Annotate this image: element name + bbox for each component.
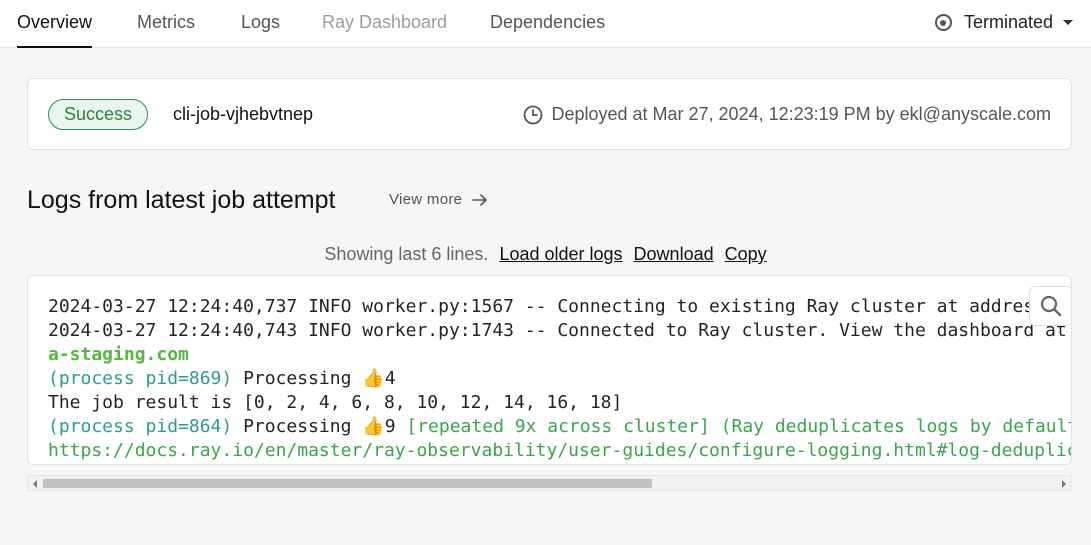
process-prefix: (process pid=864) [48, 416, 233, 437]
horizontal-scrollbar[interactable] [27, 475, 1072, 491]
log-lines: 2024-03-27 12:24:40,737 INFO worker.py:1… [48, 295, 1072, 463]
tab-logs[interactable]: Logs [241, 12, 280, 48]
caret-down-icon [1063, 20, 1073, 25]
log-line: The job result is [0, 2, 4, 6, 8, 10, 12… [48, 392, 623, 413]
status-dropdown[interactable]: Terminated [934, 12, 1073, 33]
tab-overview[interactable]: Overview [17, 12, 93, 48]
log-text: Processing 👍4 [232, 368, 396, 389]
process-prefix: (process pid=869) [48, 368, 233, 389]
job-summary-card: Success cli-job-vjhebvtnep Deployed at M… [27, 78, 1072, 150]
job-name: cli-job-vjhebvtnep [173, 104, 314, 124]
arrow-right-icon [472, 193, 488, 206]
view-more-label: View more [389, 191, 463, 208]
search-icon [1040, 295, 1062, 317]
status-label: Terminated [963, 12, 1053, 32]
log-line: 2024-03-27 12:24:40,737 INFO worker.py:1… [48, 296, 1045, 317]
deployed-text: Deployed at Mar 27, 2024, 12:23:19 PM by… [551, 104, 1051, 124]
tab-ray-dashboard: Ray Dashboard [322, 12, 448, 32]
scroll-right-icon[interactable] [1062, 480, 1066, 488]
log-note: [repeated 9x across cluster] (Ray dedupl… [395, 416, 1072, 437]
scrollbar-thumb[interactable] [43, 479, 652, 488]
tab-metrics[interactable]: Metrics [137, 12, 195, 48]
search-logs-button[interactable] [1029, 286, 1071, 326]
scroll-left-icon[interactable] [33, 480, 37, 488]
deployed-info: Deployed at Mar 27, 2024, 12:23:19 PM by… [523, 104, 1051, 125]
tab-dependencies[interactable]: Dependencies [490, 12, 605, 48]
showing-lines-text: Showing last 6 lines. [324, 244, 489, 264]
log-viewer[interactable]: 2024-03-27 12:24:40,737 INFO worker.py:1… [27, 275, 1072, 465]
copy-link[interactable]: Copy [725, 244, 767, 264]
logs-section-title: Logs from latest job attempt [27, 186, 336, 214]
status-circle-icon [934, 14, 952, 31]
tab-bar: Overview Metrics Logs Ray Dashboard Depe… [0, 0, 1091, 48]
log-line: a-staging.com [48, 344, 189, 365]
clock-icon [524, 105, 543, 124]
load-older-logs-link[interactable]: Load older logs [499, 244, 622, 264]
log-text: Processing 👍9 [232, 416, 396, 437]
log-line: (process pid=864) Processing 👍9 [repeate… [48, 415, 1072, 439]
view-more-link[interactable]: View more [389, 191, 488, 208]
log-line: https://docs.ray.io/en/master/ray-observ… [48, 440, 1072, 461]
download-link[interactable]: Download [634, 244, 714, 264]
log-line: 2024-03-27 12:24:40,743 INFO worker.py:1… [48, 320, 1067, 341]
log-toolbar: Showing last 6 lines. Load older logs Do… [0, 244, 1091, 265]
status-badge: Success [48, 99, 149, 130]
log-line: (process pid=869) Processing 👍4 [48, 367, 1071, 391]
